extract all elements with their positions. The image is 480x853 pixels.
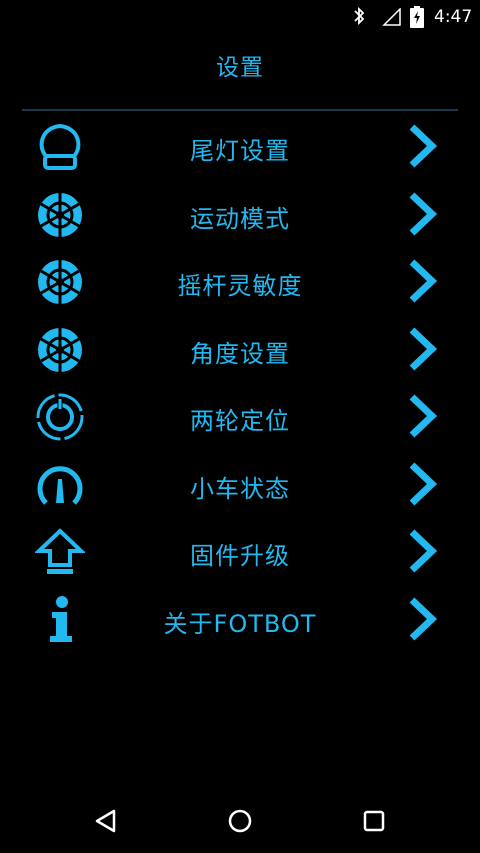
settings-menu: 尾灯设置 运动模式 摇杆灵敏度 角度设置 两轮定位 小车状态 固件升级 关于FO…: [0, 113, 480, 653]
status-bar: 4:47: [0, 0, 480, 34]
chevron-right-icon: [404, 326, 440, 372]
navigation-bar: [0, 787, 480, 853]
home-button[interactable]: [220, 801, 260, 841]
chevron-right-icon: [404, 258, 440, 304]
signal-icon: [382, 7, 402, 30]
menu-item-angle-settings[interactable]: 角度设置: [0, 316, 480, 384]
home-circle-icon: [228, 809, 252, 833]
back-button[interactable]: [86, 801, 126, 841]
recent-square-icon: [363, 810, 385, 832]
menu-item-about[interactable]: 关于FOTBOT: [0, 586, 480, 654]
menu-item-motion-mode[interactable]: 运动模式: [0, 181, 480, 249]
chevron-right-icon: [404, 596, 440, 642]
menu-item-car-status[interactable]: 小车状态: [0, 451, 480, 519]
menu-item-joystick-sensitivity[interactable]: 摇杆灵敏度: [0, 248, 480, 316]
chevron-right-icon: [404, 123, 440, 169]
chevron-right-icon: [404, 393, 440, 439]
status-time: 4:47: [434, 7, 473, 27]
recent-apps-button[interactable]: [354, 801, 394, 841]
chevron-right-icon: [404, 191, 440, 237]
title-divider: [22, 109, 458, 111]
battery-charging-icon: [410, 6, 424, 32]
settings-screen: 4:47 设置 尾灯设置 运动模式 摇杆灵敏度 角度设置 两轮定位 小车状态 固…: [0, 0, 480, 853]
back-triangle-icon: [95, 809, 116, 833]
menu-item-firmware-upgrade[interactable]: 固件升级: [0, 518, 480, 586]
bluetooth-icon: [352, 6, 366, 30]
chevron-right-icon: [404, 461, 440, 507]
page-title: 设置: [216, 55, 264, 81]
menu-item-tail-light[interactable]: 尾灯设置: [0, 113, 480, 181]
chevron-right-icon: [404, 528, 440, 574]
menu-item-two-wheel-positioning[interactable]: 两轮定位: [0, 383, 480, 451]
